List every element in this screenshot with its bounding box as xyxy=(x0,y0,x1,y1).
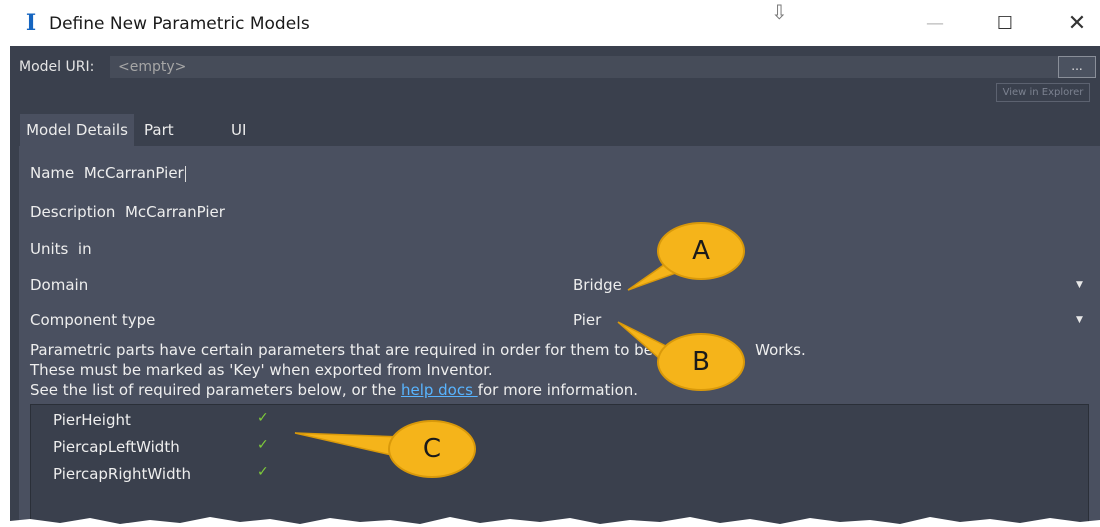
model-details-panel: Name McCarranPier Description McCarranPi… xyxy=(19,146,1100,527)
description-label: Description xyxy=(30,203,116,221)
tab-model-details[interactable]: Model Details xyxy=(20,114,134,146)
model-uri-field[interactable]: <empty> xyxy=(110,56,1060,78)
name-row: Name McCarranPier xyxy=(30,164,186,182)
info-line-1: Parametric parts have certain parameters… xyxy=(30,341,668,359)
list-item: PierHeight xyxy=(53,411,131,429)
dialog-body: Model URI: <empty> ... View in Explorer … xyxy=(10,46,1100,527)
maximize-button[interactable]: ☐ xyxy=(985,10,1025,38)
chevron-down-icon[interactable]: ▼ xyxy=(1076,280,1083,290)
info-line-3-pre: See the list of required parameters belo… xyxy=(30,381,401,399)
component-type-dropdown[interactable]: Pier xyxy=(573,311,601,329)
browse-button[interactable]: ... xyxy=(1058,56,1096,78)
name-input[interactable]: McCarranPier xyxy=(84,164,184,182)
tab-part-sizes[interactable]: Part Sizes xyxy=(144,114,183,171)
check-icon: ✓ xyxy=(257,410,269,426)
callout-a: A xyxy=(657,222,745,280)
required-parameters-list: PierHeight ✓ PiercapLeftWidth ✓ PiercapR… xyxy=(30,404,1089,527)
units-label: Units xyxy=(30,240,69,258)
list-item: PiercapRightWidth xyxy=(53,465,191,483)
units-value[interactable]: in xyxy=(78,240,92,258)
callout-c: C xyxy=(388,420,476,478)
domain-dropdown[interactable]: Bridge xyxy=(573,276,622,294)
app-icon: I xyxy=(25,10,37,36)
domain-label: Domain xyxy=(30,276,89,294)
description-row: Description McCarranPier xyxy=(30,203,225,221)
name-label: Name xyxy=(30,164,75,182)
component-type-label: Component type xyxy=(30,311,156,329)
tab-ui-appearance[interactable]: UI Appearance xyxy=(231,114,321,171)
close-button[interactable]: ✕ xyxy=(1057,10,1097,38)
minimize-button[interactable]: — xyxy=(915,10,955,38)
chevron-down-icon[interactable]: ▼ xyxy=(1076,315,1083,325)
description-input[interactable]: McCarranPier xyxy=(125,203,225,221)
info-line-1-tail: Works. xyxy=(755,341,806,359)
model-uri-label: Model URI: xyxy=(19,59,95,75)
check-icon: ✓ xyxy=(257,464,269,480)
title-bar: I Define New Parametric Models ⇩ — ☐ ✕ xyxy=(0,0,1100,46)
view-in-explorer-button[interactable]: View in Explorer xyxy=(996,83,1090,102)
check-icon: ✓ xyxy=(257,437,269,453)
text-cursor xyxy=(184,165,186,182)
help-docs-link[interactable]: help docs xyxy=(401,381,478,399)
window-title: Define New Parametric Models xyxy=(49,14,310,34)
callout-b: B xyxy=(657,333,745,391)
info-line-3-post: for more information. xyxy=(477,381,639,399)
units-row: Units in xyxy=(30,240,92,258)
list-item: PiercapLeftWidth xyxy=(53,438,180,456)
drag-arrow-icon: ⇩ xyxy=(771,0,788,24)
